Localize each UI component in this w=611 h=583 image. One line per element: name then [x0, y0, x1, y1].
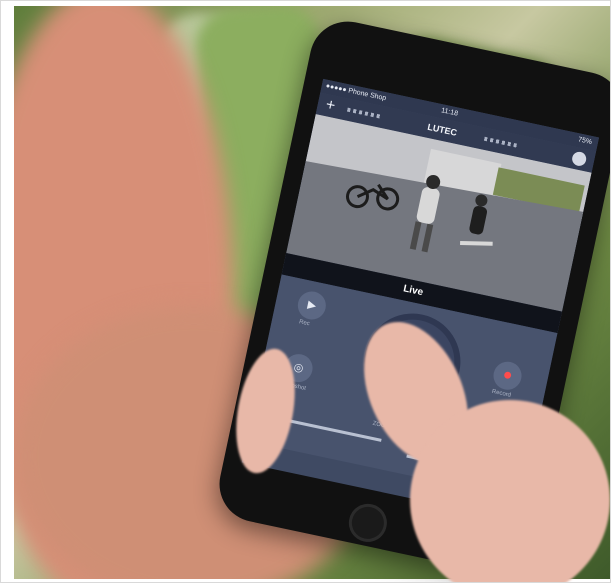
video-camera-icon[interactable]: ▶: [295, 288, 329, 323]
plus-icon[interactable]: +: [324, 96, 337, 116]
status-time: 11:18: [440, 107, 459, 118]
record-button-label: Record: [491, 388, 512, 399]
record-dot-icon[interactable]: ●: [490, 359, 525, 393]
scene: ●●●●● Phone Shop 11:18 75% + LUTEC Live …: [0, 0, 611, 583]
status-battery: 75%: [577, 136, 593, 147]
nav-right-dots: [483, 136, 518, 148]
record-mode-label: Rec: [298, 319, 311, 328]
home-button[interactable]: [345, 500, 391, 546]
live-label: Live: [402, 283, 425, 299]
gear-icon[interactable]: [570, 150, 588, 168]
nav-left-dots: [346, 107, 382, 119]
app-title: LUTEC: [426, 121, 458, 138]
